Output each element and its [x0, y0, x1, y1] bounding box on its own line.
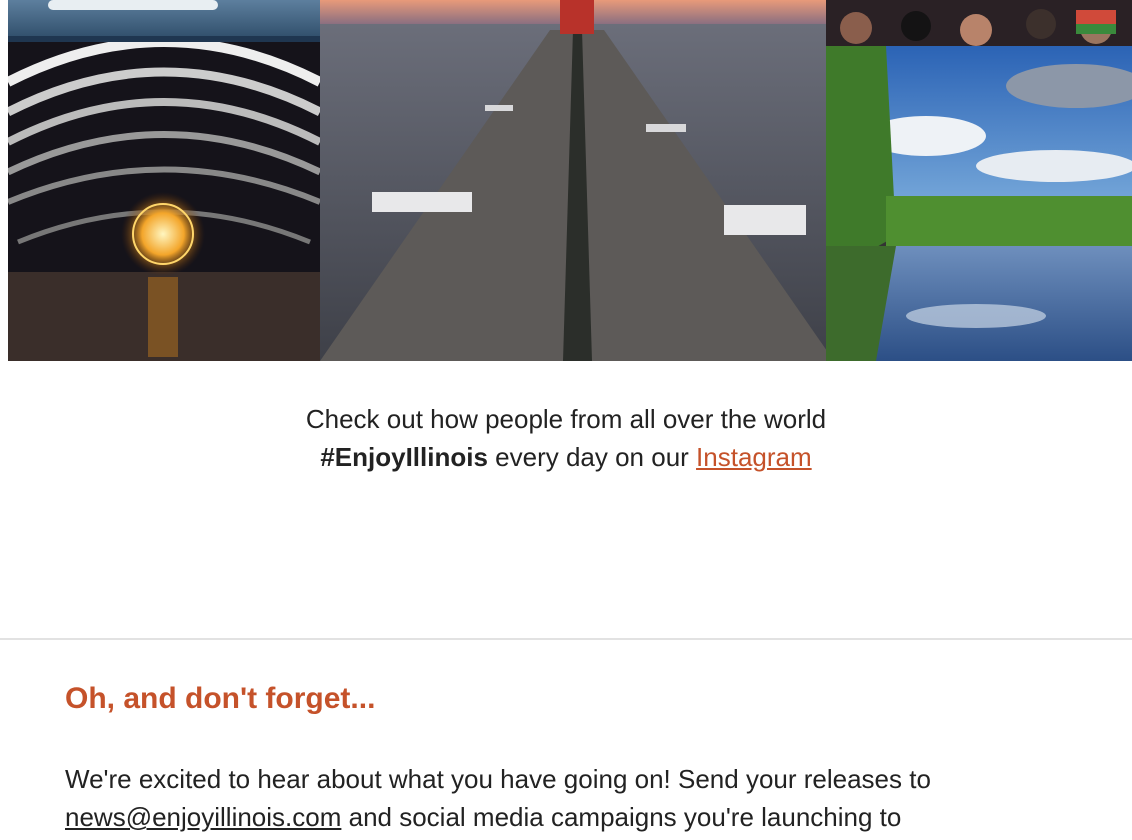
photo-crowd-celebration[interactable] — [826, 0, 1132, 46]
instagram-link[interactable]: Instagram — [696, 442, 812, 472]
section-body: We're excited to hear about what you hav… — [65, 760, 1095, 836]
instagram-photo-grid — [8, 0, 1132, 361]
photo-pier-lighthouse[interactable] — [320, 0, 834, 361]
caption-line-1: Check out how people from all over the w… — [305, 404, 827, 434]
instagram-caption: Check out how people from all over the w… — [0, 400, 1132, 476]
photo-light-tunnel[interactable] — [8, 42, 320, 361]
caption-line-2-text: every day on our — [487, 442, 697, 472]
section-heading: Oh, and don't forget... — [65, 682, 376, 715]
body-text-start: We're excited to hear about what you hav… — [65, 764, 931, 794]
hashtag-enjoy-illinois: #EnjoyIllinois — [320, 442, 488, 472]
photo-lake-reflection[interactable] — [826, 46, 1132, 361]
body-text-end: and social media campaigns you're launch… — [341, 802, 902, 832]
news-email-link[interactable]: news@enjoyillinois.com — [65, 802, 341, 832]
section-divider — [0, 638, 1132, 640]
photo-lake-boat[interactable] — [8, 0, 320, 42]
